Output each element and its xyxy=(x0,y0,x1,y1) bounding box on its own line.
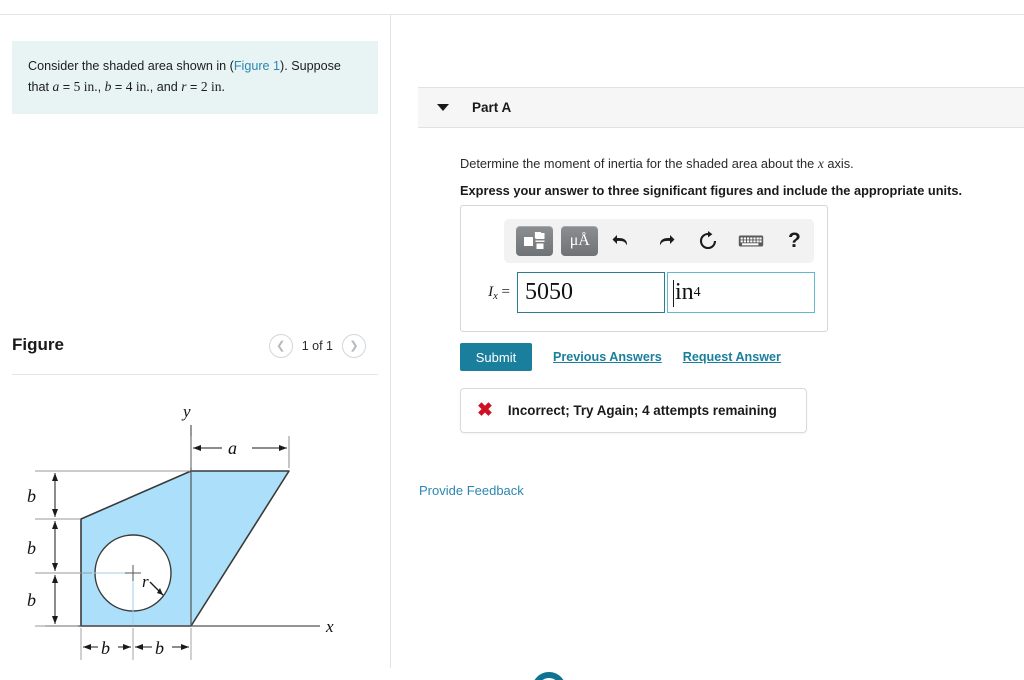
given-unit-b: in. xyxy=(132,79,150,95)
reset-circular-arrow-icon[interactable] xyxy=(689,226,728,256)
submit-row: Submit Previous Answers Request Answer xyxy=(460,343,781,371)
figure-counter: 1 of 1 xyxy=(301,339,333,353)
given-value-b: 4 xyxy=(125,79,133,95)
answer-equals: = xyxy=(501,283,510,300)
figure-panel-title: Figure xyxy=(12,335,64,354)
right-pane: Part A Determine the moment of inertia f… xyxy=(391,15,1024,680)
figure-label-b-h1: b xyxy=(101,638,110,658)
given-unit-a: in. xyxy=(80,79,98,95)
answer-entry-box: μÅ ? Ix = 5050 in 4 xyxy=(460,205,828,332)
given-value-r: 2 xyxy=(200,79,208,95)
left-pane: Consider the shaded area shown in (Figur… xyxy=(0,15,390,668)
figure-header: Figure ❮ 1 of 1 ❯ xyxy=(12,330,378,378)
answer-input-row: Ix = in4 xyxy=(474,272,815,313)
caret-down-icon[interactable] xyxy=(437,104,449,111)
chevron-left-icon[interactable]: ❮ xyxy=(268,334,293,358)
figure-svg: r y x a b b b b b xyxy=(27,402,334,660)
keyboard-icon[interactable] xyxy=(732,226,771,256)
answer-variable-label: Ix = xyxy=(474,284,510,302)
figure-label-b-h2: b xyxy=(155,638,164,658)
part-a-header[interactable]: Part A xyxy=(418,87,1024,128)
unit-exponent: 4 xyxy=(693,284,701,300)
previous-answers-link[interactable]: Previous Answers xyxy=(553,350,662,364)
figure-header-divider xyxy=(12,374,378,375)
question-text-pre: Determine the moment of inertia for the … xyxy=(460,156,818,171)
b-horizontal-extensions xyxy=(80,628,192,660)
figure-diagram[interactable]: r y x a b b b b b xyxy=(0,390,390,670)
text-caret xyxy=(673,280,674,307)
figure-label-b-bottom: b xyxy=(27,590,36,610)
problem-text-before: Consider the shaded area shown in ( xyxy=(28,59,234,73)
part-label: Part A xyxy=(472,100,512,115)
given-separator: , and xyxy=(149,80,182,95)
answer-subscript: x xyxy=(493,290,498,302)
feedback-banner: ✖ Incorrect; Try Again; 4 attempts remai… xyxy=(460,388,807,433)
question-text: Determine the moment of inertia for the … xyxy=(460,155,1020,174)
answer-unit-input[interactable]: in 4 xyxy=(667,272,815,313)
submit-button[interactable]: Submit xyxy=(460,343,532,371)
given-equals: = xyxy=(59,80,74,95)
units-icon-label: μÅ xyxy=(569,232,590,249)
pearson-logo-icon: P xyxy=(531,663,591,680)
math-template-icon[interactable] xyxy=(516,226,554,256)
given-equals: = xyxy=(186,80,201,95)
chevron-right-icon[interactable]: ❯ xyxy=(342,334,366,358)
problem-statement: Consider the shaded area shown in (Figur… xyxy=(12,41,378,115)
redo-arrow-icon[interactable] xyxy=(645,226,684,256)
figure-label-x: x xyxy=(325,617,334,636)
request-answer-link[interactable]: Request Answer xyxy=(683,350,781,364)
given-unit-r: in. xyxy=(207,79,225,95)
provide-feedback-link[interactable]: Provide Feedback xyxy=(419,483,524,498)
unit-base: in xyxy=(675,279,694,305)
feedback-message: Incorrect; Try Again; 4 attempts remaini… xyxy=(507,403,777,418)
figure-label-y: y xyxy=(181,402,191,421)
question-text-post: axis. xyxy=(823,156,854,171)
figure-label-r: r xyxy=(142,572,149,591)
given-separator: , xyxy=(97,80,105,95)
page-root: Consider the shaded area shown in (Figur… xyxy=(0,0,1024,680)
given-equals: = xyxy=(111,80,126,95)
undo-arrow-icon[interactable] xyxy=(602,226,641,256)
figure-label-b-mid: b xyxy=(27,538,36,558)
figure-navigation: ❮ 1 of 1 ❯ xyxy=(268,334,366,358)
math-toolbar: μÅ ? xyxy=(504,219,814,263)
dimension-a: a xyxy=(193,438,287,458)
answer-value-input[interactable] xyxy=(517,272,665,313)
figure-1-link[interactable]: Figure 1 xyxy=(234,59,280,73)
figure-label-a: a xyxy=(228,438,237,458)
greek-units-icon[interactable]: μÅ xyxy=(561,226,599,256)
question-mark-icon[interactable]: ? xyxy=(775,226,814,256)
figure-label-b-top: b xyxy=(27,486,36,506)
instruction-text: Express your answer to three significant… xyxy=(460,183,963,198)
x-mark-icon: ✖ xyxy=(477,400,493,421)
problem-givens: a = 5 in., b = 4 in., and r = 2 in. xyxy=(53,79,225,95)
